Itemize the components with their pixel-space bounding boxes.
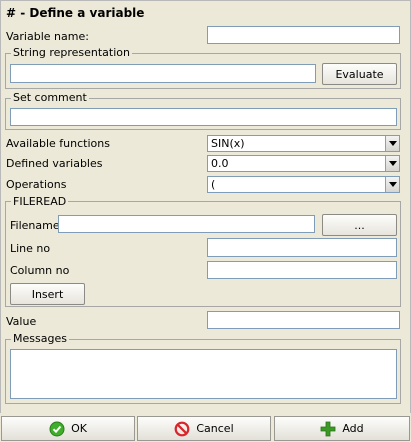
value-input[interactable]: [207, 311, 400, 329]
messages-title: Messages: [11, 332, 69, 345]
string-representation-title: String representation: [11, 46, 132, 59]
column-no-label: Column no: [10, 264, 70, 277]
check-circle-icon: [49, 421, 65, 436]
operations-label: Operations: [6, 178, 67, 191]
chevron-down-icon[interactable]: [385, 156, 399, 171]
variable-name-label: Variable name:: [6, 30, 89, 43]
ok-label: OK: [71, 422, 87, 435]
cancel-label: Cancel: [196, 422, 234, 435]
value-label: Value: [6, 315, 37, 328]
operations-value: (: [211, 178, 216, 191]
filename-input[interactable]: [58, 215, 315, 233]
fileread-title: FILEREAD: [11, 195, 69, 208]
chevron-down-icon[interactable]: [385, 136, 399, 151]
cancel-button[interactable]: Cancel: [137, 416, 271, 441]
line-no-input[interactable]: [207, 238, 397, 257]
plus-icon: [320, 421, 336, 436]
comment-input[interactable]: [10, 108, 397, 126]
line-no-label: Line no: [10, 242, 51, 255]
defined-variables-value: 0.0: [211, 157, 229, 170]
available-functions-value: SIN(x): [211, 137, 245, 150]
set-comment-title: Set comment: [11, 91, 89, 104]
string-representation-input[interactable]: [10, 64, 316, 83]
available-functions-label: Available functions: [6, 137, 110, 150]
column-no-input[interactable]: [207, 261, 397, 279]
filename-label: Filename: [10, 219, 60, 232]
dialog-title: # - Define a variable: [6, 6, 145, 20]
no-entry-icon: [174, 421, 190, 436]
defined-variables-select[interactable]: 0.0: [207, 155, 400, 172]
operations-select[interactable]: (: [207, 176, 400, 193]
evaluate-button[interactable]: Evaluate: [322, 63, 397, 85]
insert-button[interactable]: Insert: [10, 283, 85, 305]
add-label: Add: [342, 422, 364, 435]
variable-name-input[interactable]: [207, 26, 400, 44]
available-functions-select[interactable]: SIN(x): [207, 135, 400, 152]
chevron-down-icon[interactable]: [385, 177, 399, 192]
messages-textarea[interactable]: [10, 349, 397, 399]
browse-button[interactable]: ...: [322, 214, 397, 236]
ok-button[interactable]: OK: [1, 416, 135, 441]
add-button[interactable]: Add: [274, 416, 410, 441]
defined-variables-label: Defined variables: [6, 157, 103, 170]
